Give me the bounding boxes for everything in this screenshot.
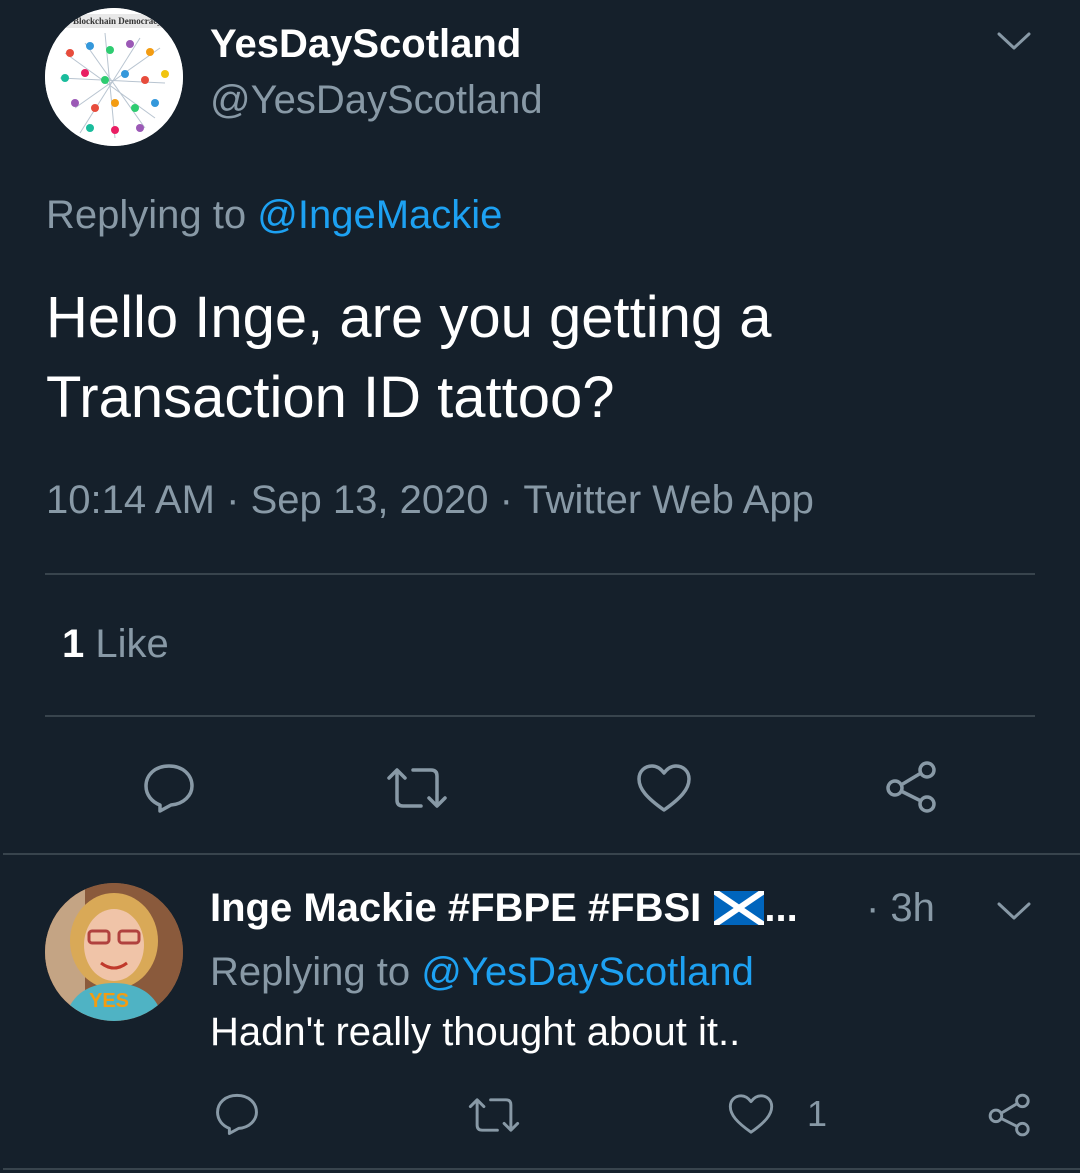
reply-display-name[interactable]: Inge Mackie #FBPE #FBSI ... <box>210 886 798 935</box>
saltire-flag-icon <box>712 888 767 935</box>
avatar-photo: YES <box>45 883 183 1021</box>
like-button[interactable] <box>633 760 695 816</box>
like-icon <box>728 1094 774 1134</box>
avatar-shirt-text: YES <box>89 990 129 1012</box>
avatar-logo-text: Blockchain Democracy <box>73 16 162 26</box>
likes-label: Like <box>95 622 169 666</box>
avatar-network-image: Blockchain Democracy <box>45 8 183 146</box>
reply-share-button[interactable] <box>985 1090 1035 1140</box>
display-name[interactable]: YesDayScotland <box>210 22 521 67</box>
retweet-button[interactable] <box>383 760 451 816</box>
reply-text: Hadn't really thought about it.. <box>210 1010 741 1054</box>
avatar-yesdayscotland[interactable]: Blockchain Democracy <box>45 8 183 146</box>
retweet-icon <box>387 768 447 808</box>
replying-to: Replying to @IngeMackie <box>46 193 502 238</box>
reply-replying-to: Replying to @YesDayScotland <box>210 950 754 995</box>
user-handle[interactable]: @YesDayScotland <box>210 78 543 123</box>
tweet-source[interactable]: Twitter Web App <box>523 478 814 522</box>
share-icon <box>886 761 936 813</box>
reply-display-name-text: Inge Mackie #FBPE #FBSI <box>210 886 702 930</box>
divider <box>3 1168 1080 1170</box>
tweet-metadata: 10:14 AM · Sep 13, 2020 · Twitter Web Ap… <box>46 478 814 523</box>
divider <box>3 853 1080 855</box>
retweet-icon <box>468 1098 520 1132</box>
reply-icon <box>216 1093 258 1135</box>
avatar-inge-mackie[interactable]: YES <box>45 883 183 1021</box>
likes-number: 1 <box>62 622 85 666</box>
reply-reply-button[interactable] <box>212 1090 262 1138</box>
share-icon <box>988 1093 1030 1137</box>
reply-like-button[interactable]: 1 <box>727 1090 837 1138</box>
likes-count[interactable]: 1 Like <box>62 622 169 667</box>
reply-retweet-button[interactable] <box>465 1092 523 1138</box>
replying-to-label: Replying to <box>210 950 422 994</box>
chevron-down-icon[interactable] <box>995 898 1033 929</box>
replying-to-link[interactable]: @YesDayScotland <box>421 950 754 994</box>
meta-separator: · <box>488 478 524 522</box>
reply-timestamp[interactable]: · 3h <box>866 886 935 931</box>
replying-to-link[interactable]: @IngeMackie <box>257 193 502 237</box>
reply-like-count: 1 <box>807 1093 828 1134</box>
divider <box>45 715 1035 717</box>
tweet-time[interactable]: 10:14 AM <box>46 478 215 522</box>
name-ellipsis: ... <box>764 886 798 930</box>
divider <box>45 573 1035 575</box>
tweet-date[interactable]: Sep 13, 2020 <box>251 478 489 522</box>
reply-button[interactable] <box>138 760 200 816</box>
share-button[interactable] <box>882 757 942 817</box>
chevron-down-icon[interactable] <box>995 28 1033 59</box>
tweet-text: Hello Inge, are you getting a Transactio… <box>46 285 772 430</box>
reply-icon <box>144 764 194 813</box>
like-icon <box>637 764 691 812</box>
replying-to-label: Replying to <box>46 193 258 237</box>
meta-separator: · <box>215 478 251 522</box>
